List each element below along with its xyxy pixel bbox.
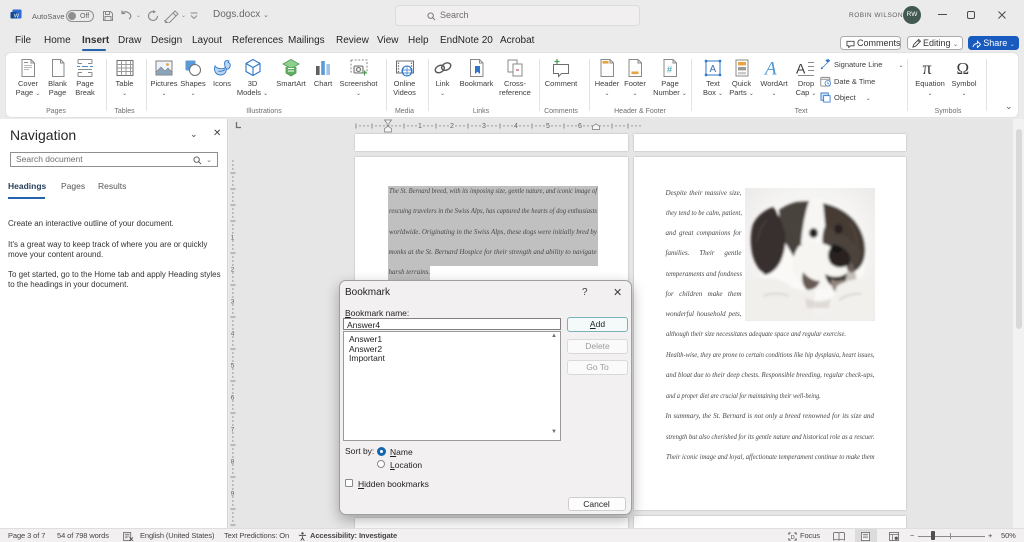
svg-text:2: 2 bbox=[450, 123, 454, 130]
svg-text:Ω: Ω bbox=[957, 59, 970, 78]
svg-text:6: 6 bbox=[231, 395, 235, 402]
svg-text:5: 5 bbox=[546, 123, 550, 130]
svg-text:4: 4 bbox=[514, 123, 518, 130]
svg-text:π: π bbox=[923, 58, 932, 78]
svg-text:8: 8 bbox=[231, 459, 235, 466]
svg-text:5: 5 bbox=[231, 363, 235, 370]
svg-text:2: 2 bbox=[231, 267, 235, 274]
svg-text:4: 4 bbox=[231, 331, 235, 338]
svg-text:A: A bbox=[796, 61, 806, 77]
svg-text:7: 7 bbox=[231, 427, 235, 434]
svg-text:W: W bbox=[14, 13, 20, 19]
svg-text:A: A bbox=[710, 64, 717, 75]
svg-text:D: D bbox=[791, 535, 795, 541]
svg-text:1: 1 bbox=[418, 123, 422, 130]
svg-text:A: A bbox=[764, 59, 777, 79]
svg-text:3: 3 bbox=[482, 123, 486, 130]
svg-text:#: # bbox=[667, 65, 672, 75]
svg-text:6: 6 bbox=[578, 123, 582, 130]
svg-text:9: 9 bbox=[231, 491, 235, 498]
svg-text:3: 3 bbox=[231, 299, 235, 306]
svg-text:1: 1 bbox=[231, 235, 235, 242]
